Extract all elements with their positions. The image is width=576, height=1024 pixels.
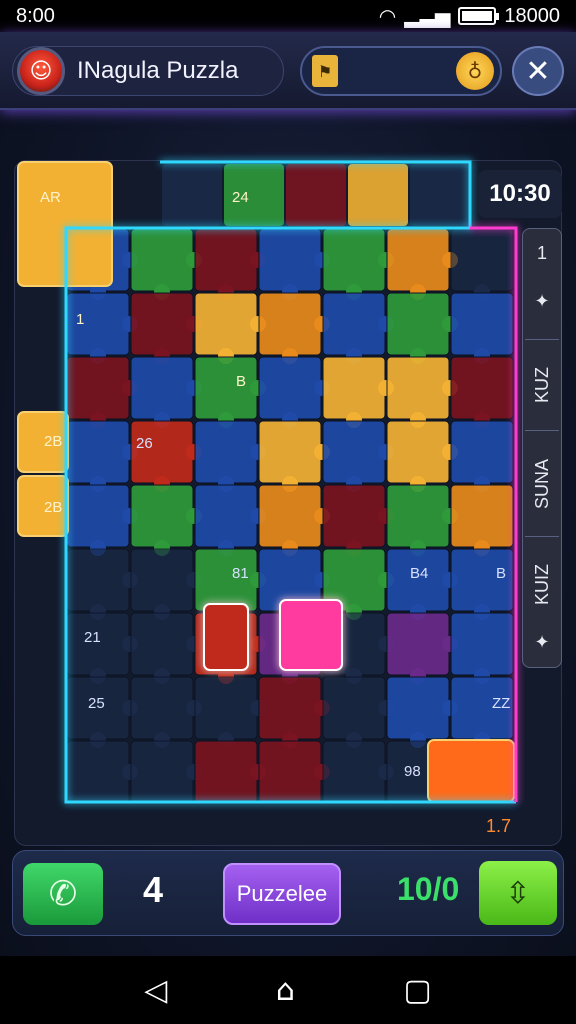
puzzle-button[interactable]: Puzzelee bbox=[223, 863, 341, 925]
side-panel[interactable]: 1 ✦ KUZ SUNA KUIZ ✦ bbox=[522, 228, 562, 668]
puzzle-piece[interactable] bbox=[450, 420, 514, 484]
phone-icon: ✆ bbox=[48, 874, 78, 914]
puzzle-piece[interactable] bbox=[450, 612, 514, 676]
piece-label: 25 bbox=[88, 695, 105, 712]
puzzle-piece[interactable] bbox=[348, 164, 408, 226]
piece-label: 2B bbox=[44, 499, 62, 516]
side-item-kuz[interactable]: KUZ bbox=[532, 367, 553, 403]
swap-icon: ⇳ bbox=[505, 875, 531, 911]
puzzle-piece[interactable] bbox=[194, 420, 258, 484]
puzzle-piece[interactable] bbox=[386, 292, 450, 356]
puzzle-piece[interactable] bbox=[322, 676, 386, 740]
puzzle-piece[interactable] bbox=[450, 356, 514, 420]
piece-label: B bbox=[236, 373, 246, 390]
game-screen: 8:00 ◠ ▂▃▅ 18000 ☺ INagula Puzzla ⚑ ♁ ✕ bbox=[0, 0, 576, 1024]
puzzle-piece[interactable] bbox=[258, 228, 322, 292]
back-icon[interactable]: ◁ bbox=[144, 973, 167, 1008]
puzzle-piece[interactable] bbox=[258, 420, 322, 484]
puzzle-piece[interactable] bbox=[450, 484, 514, 548]
puzzle-piece[interactable] bbox=[194, 292, 258, 356]
puzzle-piece[interactable] bbox=[194, 484, 258, 548]
puzzle-piece[interactable] bbox=[194, 676, 258, 740]
puzzle-piece[interactable] bbox=[322, 228, 386, 292]
puzzle-piece[interactable] bbox=[162, 164, 222, 226]
phone-button[interactable]: ✆ bbox=[23, 863, 103, 925]
puzzle-piece[interactable] bbox=[66, 740, 130, 804]
puzzle-piece[interactable] bbox=[258, 356, 322, 420]
puzzle-piece[interactable] bbox=[258, 292, 322, 356]
puzzle-piece[interactable] bbox=[322, 292, 386, 356]
puzzle-piece[interactable] bbox=[130, 292, 194, 356]
puzzle-piece[interactable] bbox=[322, 420, 386, 484]
puzzle-piece[interactable] bbox=[322, 484, 386, 548]
puzzle-piece[interactable] bbox=[194, 356, 258, 420]
puzzle-piece[interactable] bbox=[450, 228, 514, 292]
sparkle-icon-bottom[interactable]: ✦ bbox=[534, 632, 549, 653]
side-item-suna[interactable]: SUNA bbox=[532, 459, 553, 509]
puzzle-piece[interactable] bbox=[194, 740, 258, 804]
side-item-1[interactable]: 1 bbox=[537, 243, 547, 264]
puzzle-piece[interactable] bbox=[130, 356, 194, 420]
puzzle-piece[interactable] bbox=[450, 292, 514, 356]
puzzle-piece[interactable] bbox=[66, 420, 130, 484]
puzzle-piece[interactable] bbox=[386, 484, 450, 548]
puzzle-piece[interactable] bbox=[130, 420, 194, 484]
puzzle-piece[interactable] bbox=[286, 164, 346, 226]
piece-label: ZZ bbox=[492, 695, 510, 712]
piece-label: 24 bbox=[232, 189, 249, 206]
puzzle-piece[interactable] bbox=[66, 548, 130, 612]
loose-piece[interactable] bbox=[279, 599, 343, 671]
puzzle-piece[interactable] bbox=[386, 420, 450, 484]
piece-label: 2B bbox=[44, 433, 62, 450]
loose-piece[interactable] bbox=[203, 603, 249, 671]
puzzle-piece[interactable] bbox=[386, 356, 450, 420]
puzzle-piece[interactable] bbox=[322, 356, 386, 420]
piece-label: 21 bbox=[84, 629, 101, 646]
puzzle-piece[interactable] bbox=[130, 612, 194, 676]
piece-label: 1 bbox=[76, 311, 84, 328]
puzzle-piece[interactable] bbox=[66, 356, 130, 420]
timer: 10:30 bbox=[478, 170, 562, 218]
puzzle-piece[interactable] bbox=[130, 548, 194, 612]
swap-button[interactable]: ⇳ bbox=[479, 861, 557, 925]
puzzle-piece[interactable] bbox=[130, 676, 194, 740]
puzzle-piece[interactable] bbox=[130, 228, 194, 292]
piece-label: B4 bbox=[410, 565, 428, 582]
puzzle-piece[interactable] bbox=[66, 484, 130, 548]
score: 10/0 bbox=[397, 871, 460, 907]
puzzle-piece[interactable] bbox=[130, 484, 194, 548]
loose-piece[interactable] bbox=[427, 739, 515, 803]
sparkle-icon[interactable]: ✦ bbox=[534, 291, 549, 312]
puzzle-piece[interactable] bbox=[386, 228, 450, 292]
puzzle-piece[interactable] bbox=[194, 228, 258, 292]
puzzle-piece[interactable] bbox=[130, 740, 194, 804]
recents-icon[interactable]: ▢ bbox=[403, 973, 431, 1008]
puzzle-piece[interactable] bbox=[258, 740, 322, 804]
side-item-kuiz[interactable]: KUIZ bbox=[532, 564, 553, 605]
puzzle-piece[interactable] bbox=[386, 676, 450, 740]
piece-grid[interactable] bbox=[66, 164, 514, 804]
puzzle-piece[interactable] bbox=[410, 164, 470, 226]
corner-label: 1.7 bbox=[486, 816, 512, 836]
piece-label: 26 bbox=[136, 435, 153, 452]
piece-label: 81 bbox=[232, 565, 249, 582]
puzzle-piece[interactable] bbox=[258, 676, 322, 740]
puzzle-piece[interactable] bbox=[322, 740, 386, 804]
piece-label: AR bbox=[40, 189, 61, 206]
puzzle-piece[interactable] bbox=[258, 484, 322, 548]
piece-label: B bbox=[496, 565, 506, 582]
puzzle-piece[interactable] bbox=[386, 612, 450, 676]
move-count: 4 bbox=[143, 869, 164, 910]
home-icon[interactable]: ⌂ bbox=[276, 973, 295, 1008]
bottom-bar: ✆ 4 Puzzelee 10/0 ⇳ bbox=[12, 850, 564, 936]
piece-label: 98 bbox=[404, 763, 421, 780]
nav-bar: ◁ ⌂ ▢ bbox=[0, 956, 576, 1024]
